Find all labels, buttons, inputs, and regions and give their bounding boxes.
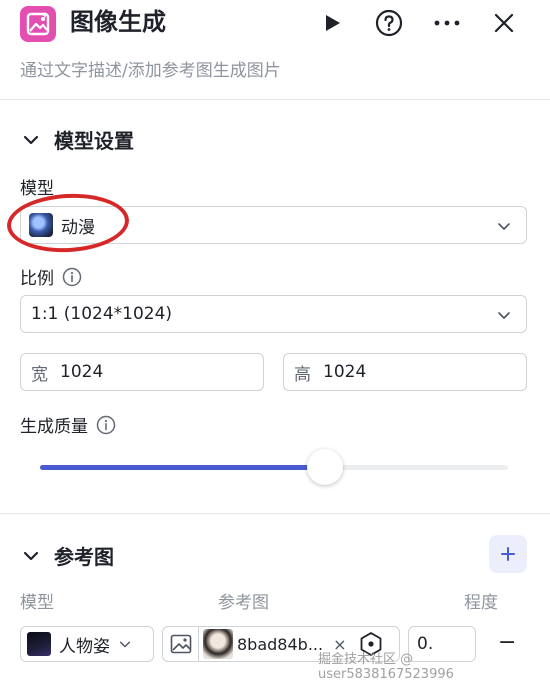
chevron-down-icon <box>498 312 510 319</box>
height-value: 1024 <box>323 362 367 382</box>
reference-image-name: 8bad84b... <box>237 634 324 654</box>
info-icon[interactable] <box>96 415 116 435</box>
width-input[interactable]: 宽 1024 <box>20 353 264 391</box>
run-button[interactable] <box>317 8 347 38</box>
section-title: 模型设置 <box>54 129 134 153</box>
model-label: 模型 <box>20 174 54 199</box>
quality-slider-fill <box>40 465 326 470</box>
model-settings-section-toggle[interactable]: 模型设置 <box>20 125 134 154</box>
page-subtitle: 通过文字描述/添加参考图生成图片 <box>20 61 281 81</box>
model-label-text: 模型 <box>20 179 54 199</box>
divider <box>0 513 550 514</box>
height-input[interactable]: 高 1024 <box>283 353 527 391</box>
ratio-label-text: 比例 <box>20 269 54 289</box>
header: 图像生成 通过文字描述/添加参考图生成图片 <box>0 0 550 100</box>
height-prefix: 高 <box>294 364 311 385</box>
upload-image-button[interactable] <box>163 627 199 661</box>
quality-slider-thumb[interactable] <box>307 449 344 485</box>
close-button[interactable] <box>489 8 519 38</box>
watermark: 掘金技术社区 @ user5838167523996 <box>318 652 454 682</box>
chevron-down-icon <box>23 551 39 560</box>
quality-slider[interactable] <box>40 449 508 485</box>
help-icon <box>375 9 403 37</box>
column-header-degree: 程度 <box>464 593 498 613</box>
pose-model-thumbnail <box>27 632 51 656</box>
chevron-down-icon <box>23 135 39 144</box>
chevron-down-icon <box>498 223 510 230</box>
more-button[interactable] <box>432 8 462 38</box>
section-title: 参考图 <box>54 545 114 569</box>
model-select-value: 动漫 <box>61 217 95 238</box>
reference-section-toggle[interactable]: 参考图 <box>20 541 114 570</box>
divider <box>0 99 550 100</box>
image-icon <box>170 634 191 654</box>
close-icon <box>494 13 514 33</box>
more-icon <box>434 20 460 26</box>
width-value: 1024 <box>60 362 104 382</box>
model-avatar <box>29 213 53 237</box>
column-header-model: 模型 <box>20 593 54 613</box>
quality-label: 生成质量 <box>20 412 116 437</box>
help-button[interactable] <box>374 8 404 38</box>
column-header-reference: 参考图 <box>218 593 269 613</box>
page-title: 图像生成 <box>70 8 166 36</box>
model-select[interactable]: 动漫 <box>20 206 527 244</box>
add-reference-button[interactable] <box>489 535 527 573</box>
info-icon[interactable] <box>62 267 82 287</box>
ratio-label: 比例 <box>20 264 82 289</box>
quality-label-text: 生成质量 <box>20 417 88 437</box>
width-prefix: 宽 <box>31 364 48 385</box>
reference-image-thumbnail <box>203 629 233 659</box>
ratio-select-value: 1:1 (1024*1024) <box>31 304 173 324</box>
reference-model-value: 人物姿 <box>59 636 110 657</box>
play-icon <box>326 15 340 31</box>
chevron-down-icon <box>119 641 131 648</box>
image-generation-icon <box>20 6 56 42</box>
plus-icon <box>501 547 515 561</box>
ratio-select[interactable]: 1:1 (1024*1024) <box>20 295 527 333</box>
reference-model-select[interactable]: 人物姿 <box>20 626 154 662</box>
